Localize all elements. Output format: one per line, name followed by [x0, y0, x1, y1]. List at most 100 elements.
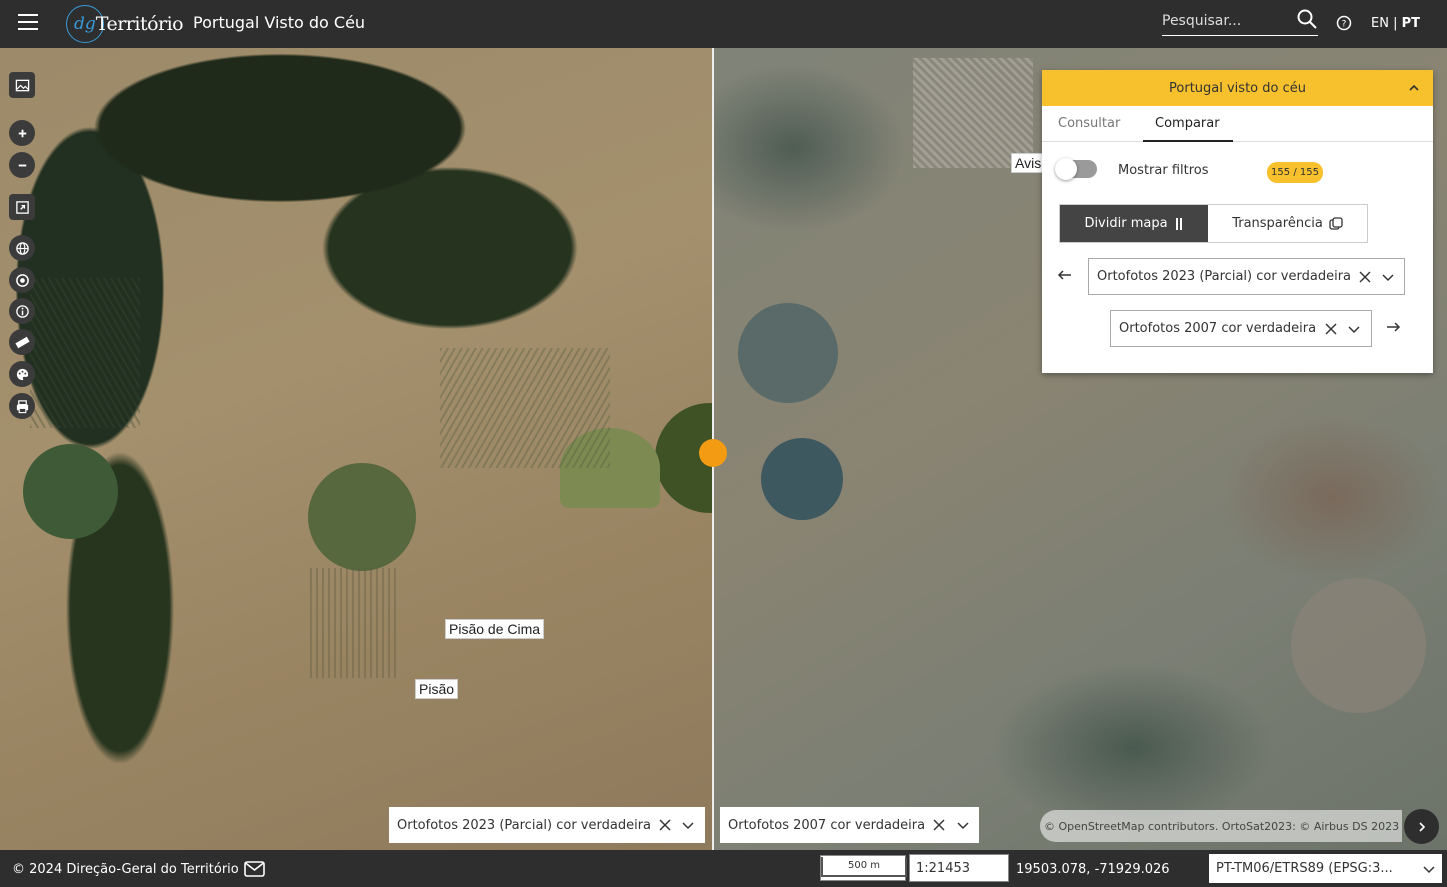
chevron-right-icon — [1418, 821, 1425, 832]
left-layer-select[interactable]: Ortofotos 2023 (Parcial) cor verdadeira — [1088, 258, 1405, 295]
chevron-down-icon[interactable] — [1347, 322, 1361, 336]
logo-dg: dg — [74, 14, 96, 34]
copyright-text: © 2024 Direção-Geral do Território — [12, 862, 239, 877]
pivot-field — [23, 444, 118, 539]
zoom-out-button[interactable] — [9, 152, 35, 178]
chevron-up-icon[interactable] — [1407, 81, 1421, 95]
arrow-right-icon[interactable] — [1385, 319, 1401, 335]
close-icon[interactable] — [1325, 323, 1337, 335]
globe-button[interactable] — [9, 235, 35, 261]
pivot-field — [308, 463, 416, 571]
town-avis — [913, 58, 1033, 168]
compare-mode-group: Dividir mapa Transparência — [1059, 204, 1368, 243]
olive-grove — [440, 348, 610, 468]
info-button[interactable] — [9, 298, 35, 324]
top-bar: dg Território Portugal Visto do Céu ? EN… — [0, 0, 1447, 48]
measure-button[interactable] — [9, 329, 35, 355]
crs-select[interactable]: PT-TM06/ETRS89 (EPSG:3... — [1209, 854, 1442, 883]
tab-consultar[interactable]: Consultar — [1058, 116, 1120, 131]
toggle-knob — [1055, 158, 1077, 180]
active-tab-indicator — [1143, 140, 1233, 142]
lang-pt[interactable]: PT — [1402, 16, 1420, 31]
lang-separator: | — [1393, 16, 1398, 31]
chevron-down-icon[interactable] — [956, 818, 970, 832]
scale-input[interactable] — [909, 854, 1009, 882]
dgterritorio-logo[interactable]: dg Território — [66, 5, 184, 43]
search-input[interactable] — [1162, 8, 1292, 34]
split-handle[interactable] — [699, 439, 727, 467]
basemap-button[interactable] — [9, 72, 35, 98]
lang-en[interactable]: EN — [1371, 16, 1389, 31]
arrow-left-icon[interactable] — [1057, 267, 1073, 283]
split-map-label: Dividir mapa — [1084, 216, 1168, 231]
target-icon — [15, 273, 29, 287]
right-map-layer-value: Ortofotos 2007 cor verdadeira — [728, 817, 926, 833]
zoom-in-button[interactable] — [9, 120, 35, 146]
left-map-layer-value: Ortofotos 2023 (Parcial) cor verdadeira — [397, 817, 652, 833]
menu-icon[interactable] — [18, 14, 38, 30]
olive-grove — [310, 568, 400, 678]
cursor-coordinates: 19503.078, -71929.026 — [1016, 862, 1170, 877]
panel-header[interactable]: Portugal visto do céu — [1042, 70, 1433, 106]
layer-count-badge: 155 / 155 — [1267, 162, 1323, 183]
print-button[interactable] — [9, 393, 35, 419]
pivot-field — [738, 303, 838, 403]
transparency-button[interactable]: Transparência — [1208, 205, 1367, 242]
logo-name: Território — [95, 13, 184, 35]
search-box — [1162, 8, 1318, 36]
search-icon[interactable] — [1296, 8, 1318, 30]
close-icon[interactable] — [1359, 271, 1371, 283]
chevron-down-icon[interactable] — [1381, 270, 1395, 284]
zoom-out-icon — [18, 164, 26, 166]
left-map-layer-picker[interactable]: Ortofotos 2023 (Parcial) cor verdadeira — [389, 807, 705, 843]
left-layer-value: Ortofotos 2023 (Parcial) cor verdadeira — [1097, 269, 1352, 284]
olive-grove — [30, 278, 140, 428]
attribution-text: © OpenStreetMap contributors. OrtoSat202… — [1044, 819, 1400, 833]
mail-icon[interactable] — [244, 861, 265, 877]
tab-comparar[interactable]: Comparar — [1155, 116, 1220, 131]
transparency-label: Transparência — [1232, 216, 1323, 231]
globe-icon — [15, 241, 29, 255]
pivot-field — [761, 438, 843, 520]
print-icon — [16, 399, 28, 413]
svg-text:?: ? — [1342, 20, 1347, 30]
close-icon[interactable] — [933, 819, 945, 831]
info-icon — [15, 304, 29, 318]
close-icon[interactable] — [659, 819, 671, 831]
language-switcher: EN | PT — [1371, 16, 1420, 31]
app-root: Pisão de Cima Pisão Avis dg Território P… — [0, 0, 1447, 887]
scale-bar: 500 m — [820, 855, 907, 881]
help-icon[interactable]: ? — [1336, 15, 1352, 31]
compare-panel: Portugal visto do céu Consultar Comparar… — [1042, 70, 1433, 373]
footer-bar: © 2024 Direção-Geral do Território 500 m… — [0, 850, 1447, 887]
locate-button[interactable] — [9, 267, 35, 293]
map-left-2023[interactable]: Pisão de Cima Pisão — [0, 48, 713, 850]
right-layer-value: Ortofotos 2007 cor verdadeira — [1119, 321, 1317, 336]
panel-title: Portugal visto do céu — [1169, 80, 1306, 96]
chevron-down-icon — [1423, 866, 1435, 874]
app-title: Portugal Visto do Céu — [193, 13, 366, 32]
split-map-button[interactable]: Dividir mapa — [1060, 205, 1208, 242]
place-label-pisao: Pisão — [415, 679, 459, 699]
right-map-layer-picker[interactable]: Ortofotos 2007 cor verdadeira — [720, 807, 979, 843]
pivot-field — [1291, 578, 1426, 713]
expand-icon — [15, 200, 29, 214]
layers-copy-icon — [1329, 216, 1343, 230]
split-icon — [1175, 217, 1182, 230]
right-layer-select[interactable]: Ortofotos 2007 cor verdadeira — [1110, 310, 1372, 347]
full-extent-button[interactable] — [9, 194, 35, 220]
ruler-icon — [14, 336, 30, 348]
place-label-pisao-de-cima: Pisão de Cima — [445, 619, 545, 639]
chevron-down-icon[interactable] — [681, 818, 695, 832]
attribution-toggle[interactable] — [1404, 809, 1439, 844]
show-filters-label: Mostrar filtros — [1118, 163, 1209, 178]
place-label-avis: Avis — [1011, 153, 1046, 173]
zoom-in-icon — [18, 129, 26, 137]
scale-bar-label: 500 m — [821, 857, 907, 877]
crs-value: PT-TM06/ETRS89 (EPSG:3... — [1216, 861, 1393, 876]
show-filters-toggle[interactable] — [1055, 158, 1097, 180]
style-button[interactable] — [9, 361, 35, 387]
palette-icon — [16, 368, 28, 380]
panel-tabs: Consultar Comparar — [1042, 106, 1433, 142]
image-icon — [15, 79, 29, 91]
